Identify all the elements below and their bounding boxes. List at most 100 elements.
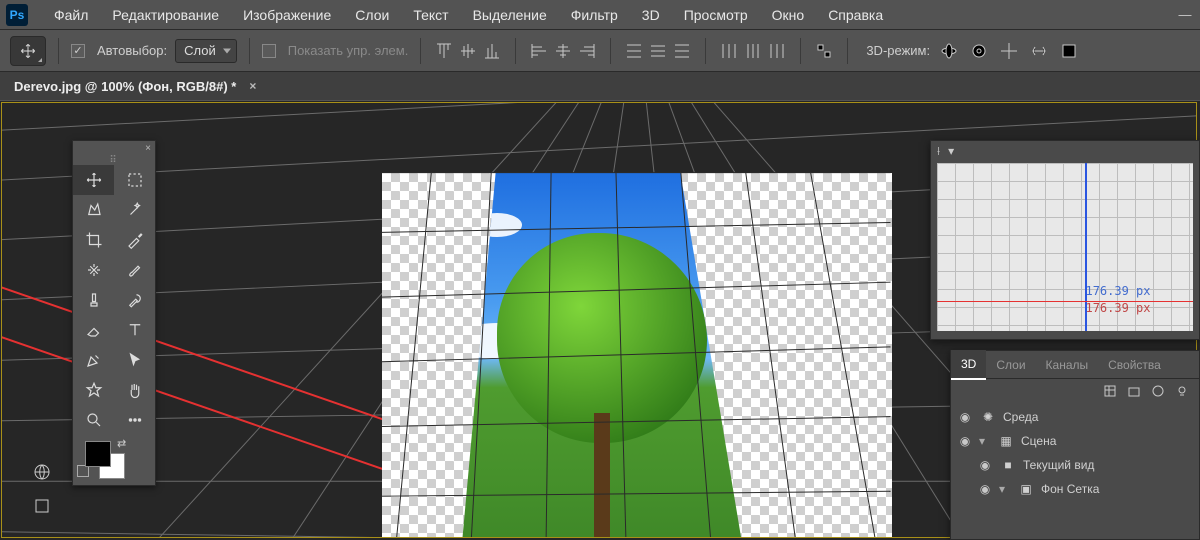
current-tool-preset[interactable] [10,36,46,66]
align-right-icon[interactable] [576,40,598,62]
menu-help[interactable]: Справка [818,0,893,30]
distribute-bottom-icon[interactable] [671,40,693,62]
threeD-row-environment[interactable]: ◉ ✺ Среда [951,405,1199,429]
filter-mesh-icon[interactable] [1127,384,1141,401]
more-tools-icon[interactable] [114,405,155,435]
visibility-icon[interactable]: ◉ [977,482,993,496]
shape-tool[interactable] [73,375,114,405]
threeD-pan-icon[interactable] [998,42,1020,60]
threeD-row-label: Сцена [1021,434,1056,448]
document-tab-title: Derevo.jpg @ 100% (Фон, RGB/8#) * [14,79,236,94]
align-left-icon[interactable] [528,40,550,62]
align-top-icon[interactable] [433,40,455,62]
menu-layers[interactable]: Слои [345,0,399,30]
panel-grip-icon[interactable]: ⠿ [73,155,155,165]
expand-icon[interactable]: ▾ [979,434,991,448]
menu-file[interactable]: Файл [44,0,98,30]
eraser-tool[interactable] [73,315,114,345]
filter-scene-icon[interactable] [1103,384,1117,401]
tab-layers[interactable]: Слои [986,351,1035,379]
crop-tool[interactable] [73,225,114,255]
frame-icon[interactable] [30,494,54,518]
document-tab[interactable]: Derevo.jpg @ 100% (Фон, RGB/8#) * × [0,72,264,100]
marquee-tool[interactable] [114,165,155,195]
foreground-color[interactable] [85,441,111,467]
threeD-row-scene[interactable]: ◉ ▾ ▦ Сцена [951,429,1199,453]
filter-material-icon[interactable] [1151,384,1165,401]
hand-tool[interactable] [114,375,155,405]
navigator-header[interactable]: ⟊ ▾ [931,141,1199,161]
scene-icon: ▦ [997,434,1015,448]
auto-select-checkbox[interactable]: ✓ [71,44,85,58]
navigator-coord-y: 176.39 px [1085,301,1150,315]
visibility-icon[interactable]: ◉ [957,410,973,424]
path-select-tool[interactable] [114,345,155,375]
distribute-top-icon[interactable] [623,40,645,62]
separator [800,38,801,64]
navigator-view[interactable]: 176.39 px 176.39 px [937,163,1193,331]
align-hcenter-icon[interactable] [552,40,574,62]
transform-controls-checkbox[interactable]: ✓ [262,44,276,58]
move-icon [20,43,36,59]
tab-channels[interactable]: Каналы [1036,351,1099,379]
filter-light-icon[interactable] [1175,384,1189,401]
menu-type[interactable]: Текст [403,0,458,30]
stamp-tool[interactable] [73,285,114,315]
auto-select-target-dropdown[interactable]: Слой [175,39,237,63]
expand-icon[interactable]: ▾ [999,482,1011,496]
separator [515,38,516,64]
threeD-slide-icon[interactable] [1028,42,1050,60]
close-icon[interactable]: × [145,143,151,154]
threeD-row-current-view[interactable]: ◉ ■ Текущий вид [951,453,1199,477]
zoom-tool[interactable] [73,405,114,435]
menu-window[interactable]: Окно [762,0,815,30]
pen-tool[interactable] [73,345,114,375]
threeD-scene-list: ◉ ✺ Среда ◉ ▾ ▦ Сцена ◉ ■ Текущий вид ◉ … [951,405,1199,539]
lasso-tool[interactable] [73,195,114,225]
menu-bar: Ps Файл Редактирование Изображение Слои … [0,0,1200,30]
separator [610,38,611,64]
auto-align-icon[interactable] [813,40,835,62]
threeD-row-mesh[interactable]: ◉ ▾ ▣ Фон Сетка [951,477,1199,501]
visibility-icon[interactable]: ◉ [977,458,993,472]
align-vcenter-icon[interactable] [457,40,479,62]
close-icon[interactable]: × [249,79,256,93]
separator [58,38,59,64]
window-minimize-icon[interactable]: — [1170,7,1200,22]
brush-tool[interactable] [114,255,155,285]
menu-select[interactable]: Выделение [463,0,557,30]
navigator-coord-x: 176.39 px [1085,284,1150,298]
ruler-icon: ⟊ [937,144,940,159]
tab-3d[interactable]: 3D [951,350,986,380]
healing-tool[interactable] [73,255,114,285]
menu-view[interactable]: Просмотр [674,0,758,30]
tools-panel-header[interactable]: × [73,141,155,155]
globe-icon[interactable] [30,460,54,484]
visibility-icon[interactable]: ◉ [957,434,973,448]
type-tool[interactable] [114,315,155,345]
align-group-1 [433,40,503,62]
threeD-row-label: Фон Сетка [1041,482,1099,496]
swap-colors-icon[interactable]: ⇄ [117,437,126,450]
menu-edit[interactable]: Редактирование [102,0,229,30]
threeD-scale-icon[interactable] [1058,42,1080,60]
distribute-vcenter-icon[interactable] [647,40,669,62]
panel-menu-icon[interactable]: ▾ [948,144,954,158]
distribute-hcenter-icon[interactable] [742,40,764,62]
color-swatches[interactable]: ⇄ [73,435,155,485]
menu-image[interactable]: Изображение [233,0,341,30]
align-bottom-icon[interactable] [481,40,503,62]
threeD-rotate-icon[interactable] [968,42,990,60]
history-brush-tool[interactable] [114,285,155,315]
move-tool[interactable] [73,165,114,195]
eyedropper-tool[interactable] [114,225,155,255]
menu-filter[interactable]: Фильтр [561,0,628,30]
magic-wand-tool[interactable] [114,195,155,225]
menu-3d[interactable]: 3D [632,0,670,30]
auto-select-label: Автовыбор: [97,43,167,58]
threeD-orbit-icon[interactable] [938,42,960,60]
distribute-left-icon[interactable] [718,40,740,62]
tab-properties[interactable]: Свойства [1098,351,1171,379]
distribute-right-icon[interactable] [766,40,788,62]
distribute-group-2 [718,40,788,62]
